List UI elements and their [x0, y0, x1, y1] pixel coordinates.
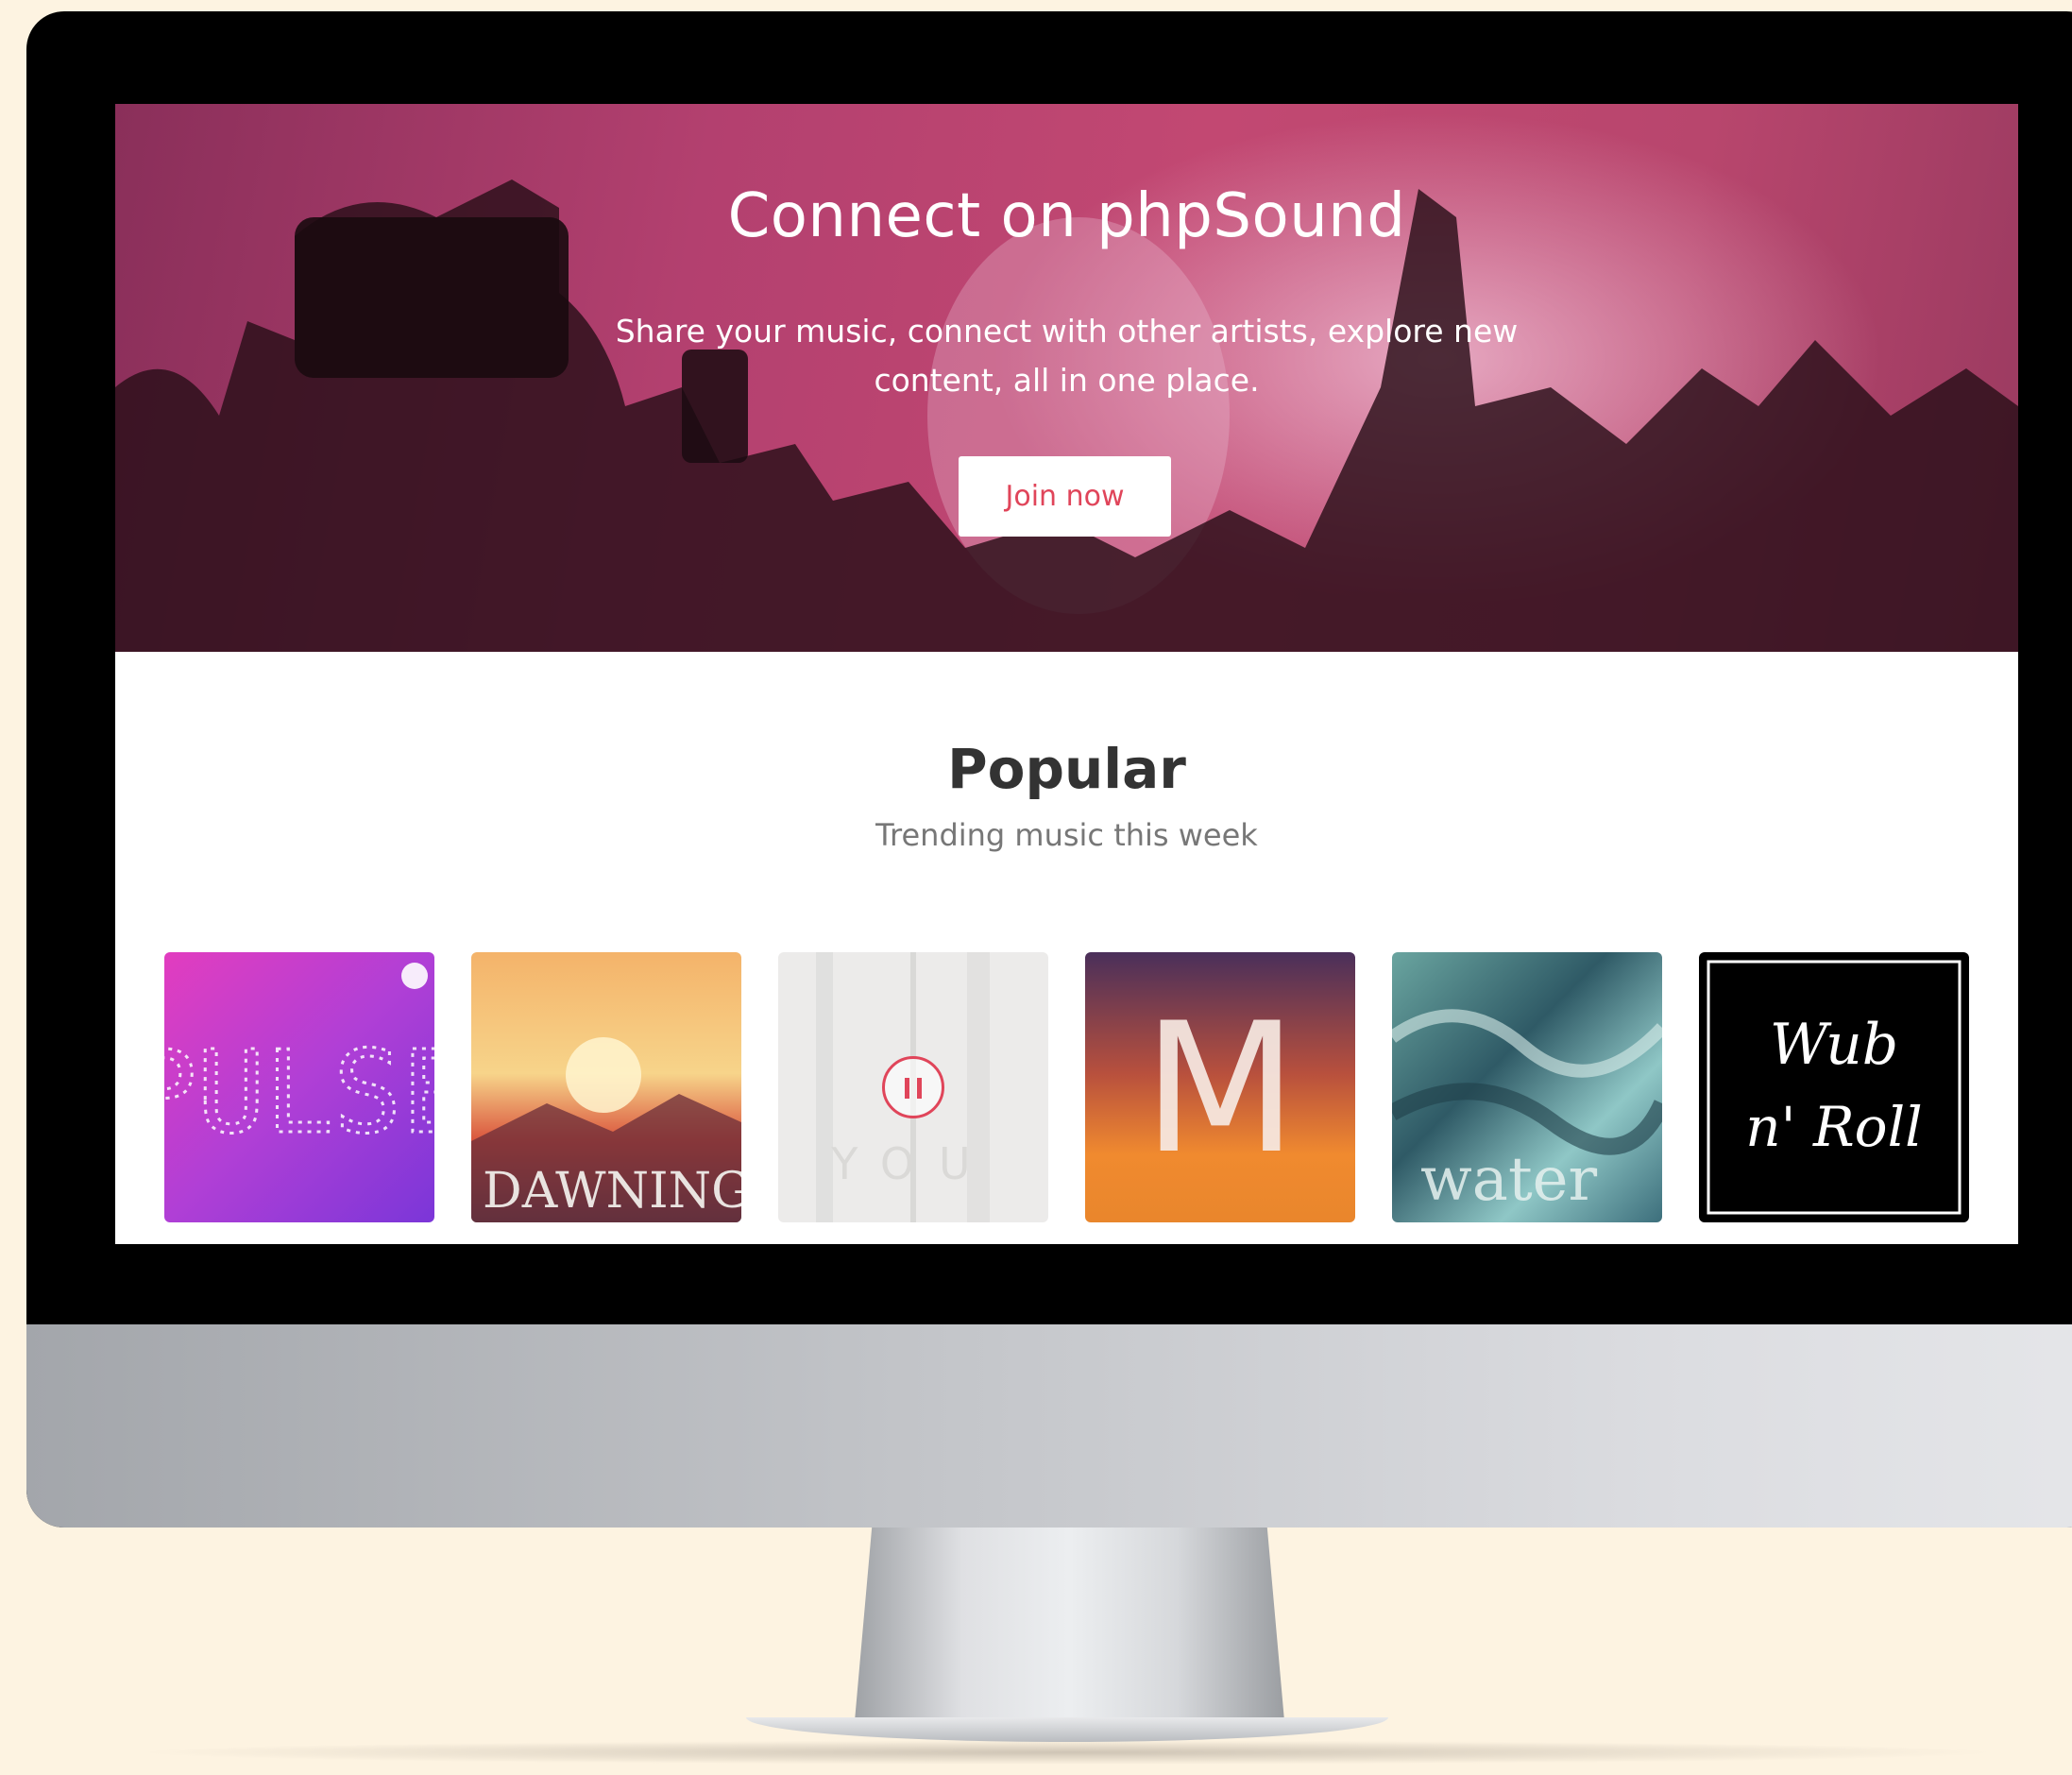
monitor-chin: [26, 1324, 2072, 1528]
album-cover-you[interactable]: YOU: [778, 952, 1048, 1222]
album-art: Wub n' Roll: [1699, 952, 1969, 1222]
album-art: DAWNING: [471, 952, 741, 1222]
album-art-text: YOU: [830, 1138, 994, 1189]
pause-icon[interactable]: [882, 1056, 944, 1118]
album-cover-wub-n-roll[interactable]: Wub n' Roll: [1699, 952, 1969, 1222]
hero-title: Connect on phpSound: [727, 181, 1406, 251]
album-art-text: PULSE: [164, 1028, 434, 1159]
album-art-text: n' Roll: [1745, 1095, 1922, 1159]
popular-subtitle: Trending music this week: [875, 817, 1258, 853]
screen: Connect on phpSound Share your music, co…: [115, 104, 2018, 1244]
album-cover-dawning[interactable]: DAWNING: [471, 952, 741, 1222]
album-art: M: [1085, 952, 1355, 1222]
hero-banner: Connect on phpSound Share your music, co…: [115, 104, 2018, 652]
monitor-stand-base: [746, 1717, 1388, 1742]
album-art: PULSE: [164, 952, 434, 1222]
album-cover-water[interactable]: water: [1392, 952, 1662, 1222]
album-art-text: M: [1143, 984, 1298, 1193]
album-art-text: water: [1420, 1145, 1598, 1215]
album-cover-m[interactable]: M: [1085, 952, 1355, 1222]
monitor-frame: Connect on phpSound Share your music, co…: [26, 11, 2072, 1528]
monitor-shadow: [132, 1740, 2002, 1765]
album-art: water: [1392, 952, 1662, 1222]
album-art-text: DAWNING: [483, 1163, 741, 1220]
join-now-button[interactable]: Join now: [959, 456, 1171, 537]
popular-title: Popular: [947, 737, 1186, 801]
album-art-text: Wub: [1770, 1012, 1898, 1078]
monitor-stand: [855, 1528, 1284, 1721]
hero-subtitle: Share your music, connect with other art…: [615, 313, 1519, 399]
album-cover-pulse[interactable]: PULSE: [164, 952, 434, 1222]
